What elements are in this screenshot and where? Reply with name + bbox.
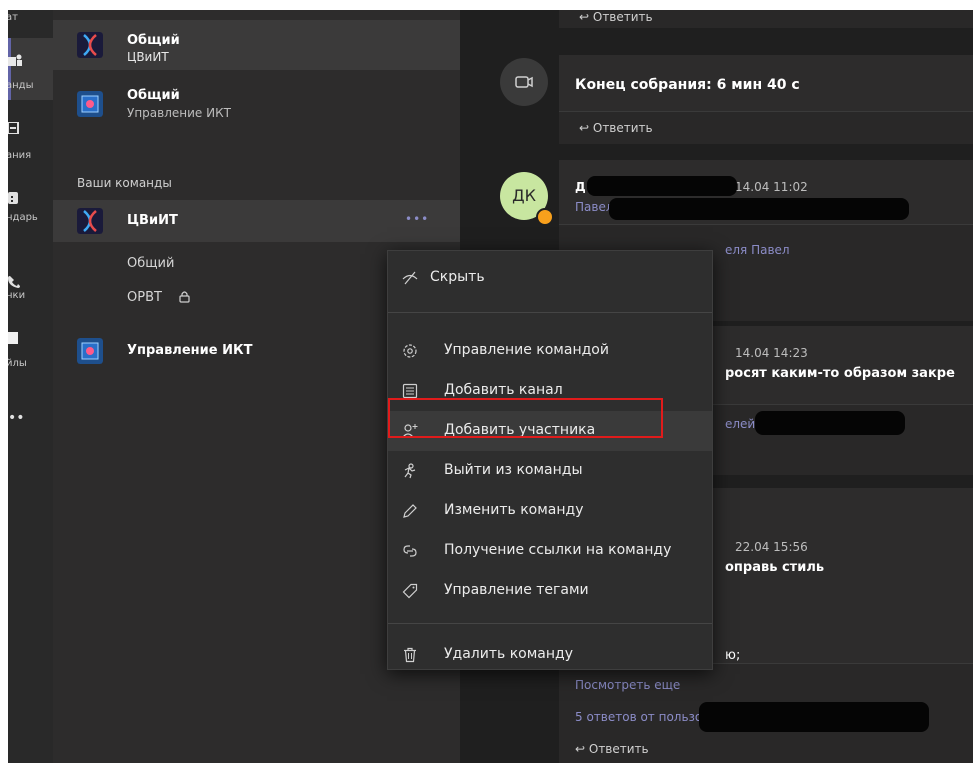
- teams-app: ат анды ания ндарь нки йлы •• Общий ЦВиИ…: [8, 10, 973, 763]
- more-options-button[interactable]: •••: [405, 212, 429, 226]
- menu-item-hide[interactable]: Скрыть: [388, 258, 712, 298]
- edit-icon: [403, 504, 417, 518]
- see-more-link[interactable]: Посмотреть еще: [575, 678, 680, 692]
- pinned-channel-ikt[interactable]: Общий Управление ИКТ: [53, 74, 460, 124]
- leave-icon: [404, 463, 416, 479]
- pinned-channel-cviit[interactable]: Общий ЦВиИТ: [53, 20, 460, 70]
- channel-orvt[interactable]: ОРВТ: [127, 290, 162, 305]
- redaction: [609, 198, 909, 220]
- teams-icon: [8, 54, 22, 66]
- menu-item-leave-team[interactable]: Выйти из команды: [388, 451, 712, 491]
- calendar-icon: [8, 192, 18, 204]
- menu-separator: [388, 623, 712, 624]
- redaction: [755, 411, 905, 435]
- trash-icon: [404, 647, 416, 663]
- rail-files[interactable]: йлы: [8, 330, 53, 375]
- reply-button[interactable]: ↩ Ответить: [559, 111, 973, 144]
- meeting-end-text: Конец собрания: 6 мин 40 с: [575, 77, 800, 93]
- reply-button[interactable]: ↩ Ответить: [575, 742, 649, 756]
- rail-calls[interactable]: нки: [8, 268, 53, 308]
- redaction: [587, 176, 737, 196]
- reply-label: ↩ Ответить: [579, 10, 653, 24]
- phone-icon: [8, 276, 20, 288]
- reply-label: ↩ Ответить: [579, 121, 653, 135]
- app-rail: ат анды ания ндарь нки йлы ••: [8, 10, 53, 763]
- message-card: Д 14.04 11:02 Павел н: [559, 160, 973, 224]
- timestamp: 14.04 14:23: [735, 346, 808, 360]
- rail-chat[interactable]: ат: [8, 10, 53, 38]
- assignments-icon: [8, 122, 19, 134]
- menu-item-manage-tags[interactable]: Управление тегами: [388, 571, 712, 611]
- rail-calendar[interactable]: ндарь: [8, 192, 53, 232]
- meeting-icon: [500, 58, 548, 106]
- files-icon: [8, 332, 18, 344]
- menu-item-edit-team[interactable]: Изменить команду: [388, 491, 712, 531]
- menu-separator: [388, 312, 712, 313]
- away-status-badge: [536, 208, 554, 226]
- tag-icon: [402, 583, 418, 599]
- redaction: [699, 702, 929, 732]
- dna-team-icon: [77, 32, 103, 58]
- channel-general[interactable]: Общий: [127, 256, 174, 271]
- timestamp: 14.04 11:02: [735, 180, 808, 194]
- highlight-annotation: [388, 398, 663, 438]
- settings-icon: [403, 344, 417, 358]
- ikt-team-icon: [77, 338, 103, 364]
- team-context-menu: Скрыть Управление командой Добавить кана…: [387, 250, 713, 670]
- rail-teams[interactable]: анды: [8, 38, 53, 100]
- link-icon: [403, 545, 417, 557]
- lock-icon: [179, 291, 190, 303]
- ikt-team-icon: [77, 91, 103, 117]
- thread-footer: Посмотреть еще 5 ответов от пользователе…: [559, 663, 973, 763]
- menu-item-get-link[interactable]: Получение ссылки на команду: [388, 531, 712, 571]
- reply-button[interactable]: ↩ Ответить: [559, 10, 973, 28]
- timestamp: 22.04 15:56: [735, 540, 808, 554]
- team-cviit[interactable]: ЦВиИТ •••: [53, 200, 460, 242]
- hide-icon: [402, 271, 418, 285]
- dna-team-icon: [77, 208, 103, 234]
- add-channel-icon: [402, 383, 418, 399]
- rail-assignments[interactable]: ания: [8, 120, 53, 175]
- menu-item-manage-team[interactable]: Управление командой: [388, 331, 712, 371]
- meeting-card: Конец собрания: 6 мин 40 с: [559, 55, 973, 111]
- rail-more[interactable]: ••: [8, 410, 53, 430]
- menu-item-delete-team[interactable]: Удалить команду: [388, 635, 712, 675]
- section-your-teams: Ваши команды: [77, 176, 172, 190]
